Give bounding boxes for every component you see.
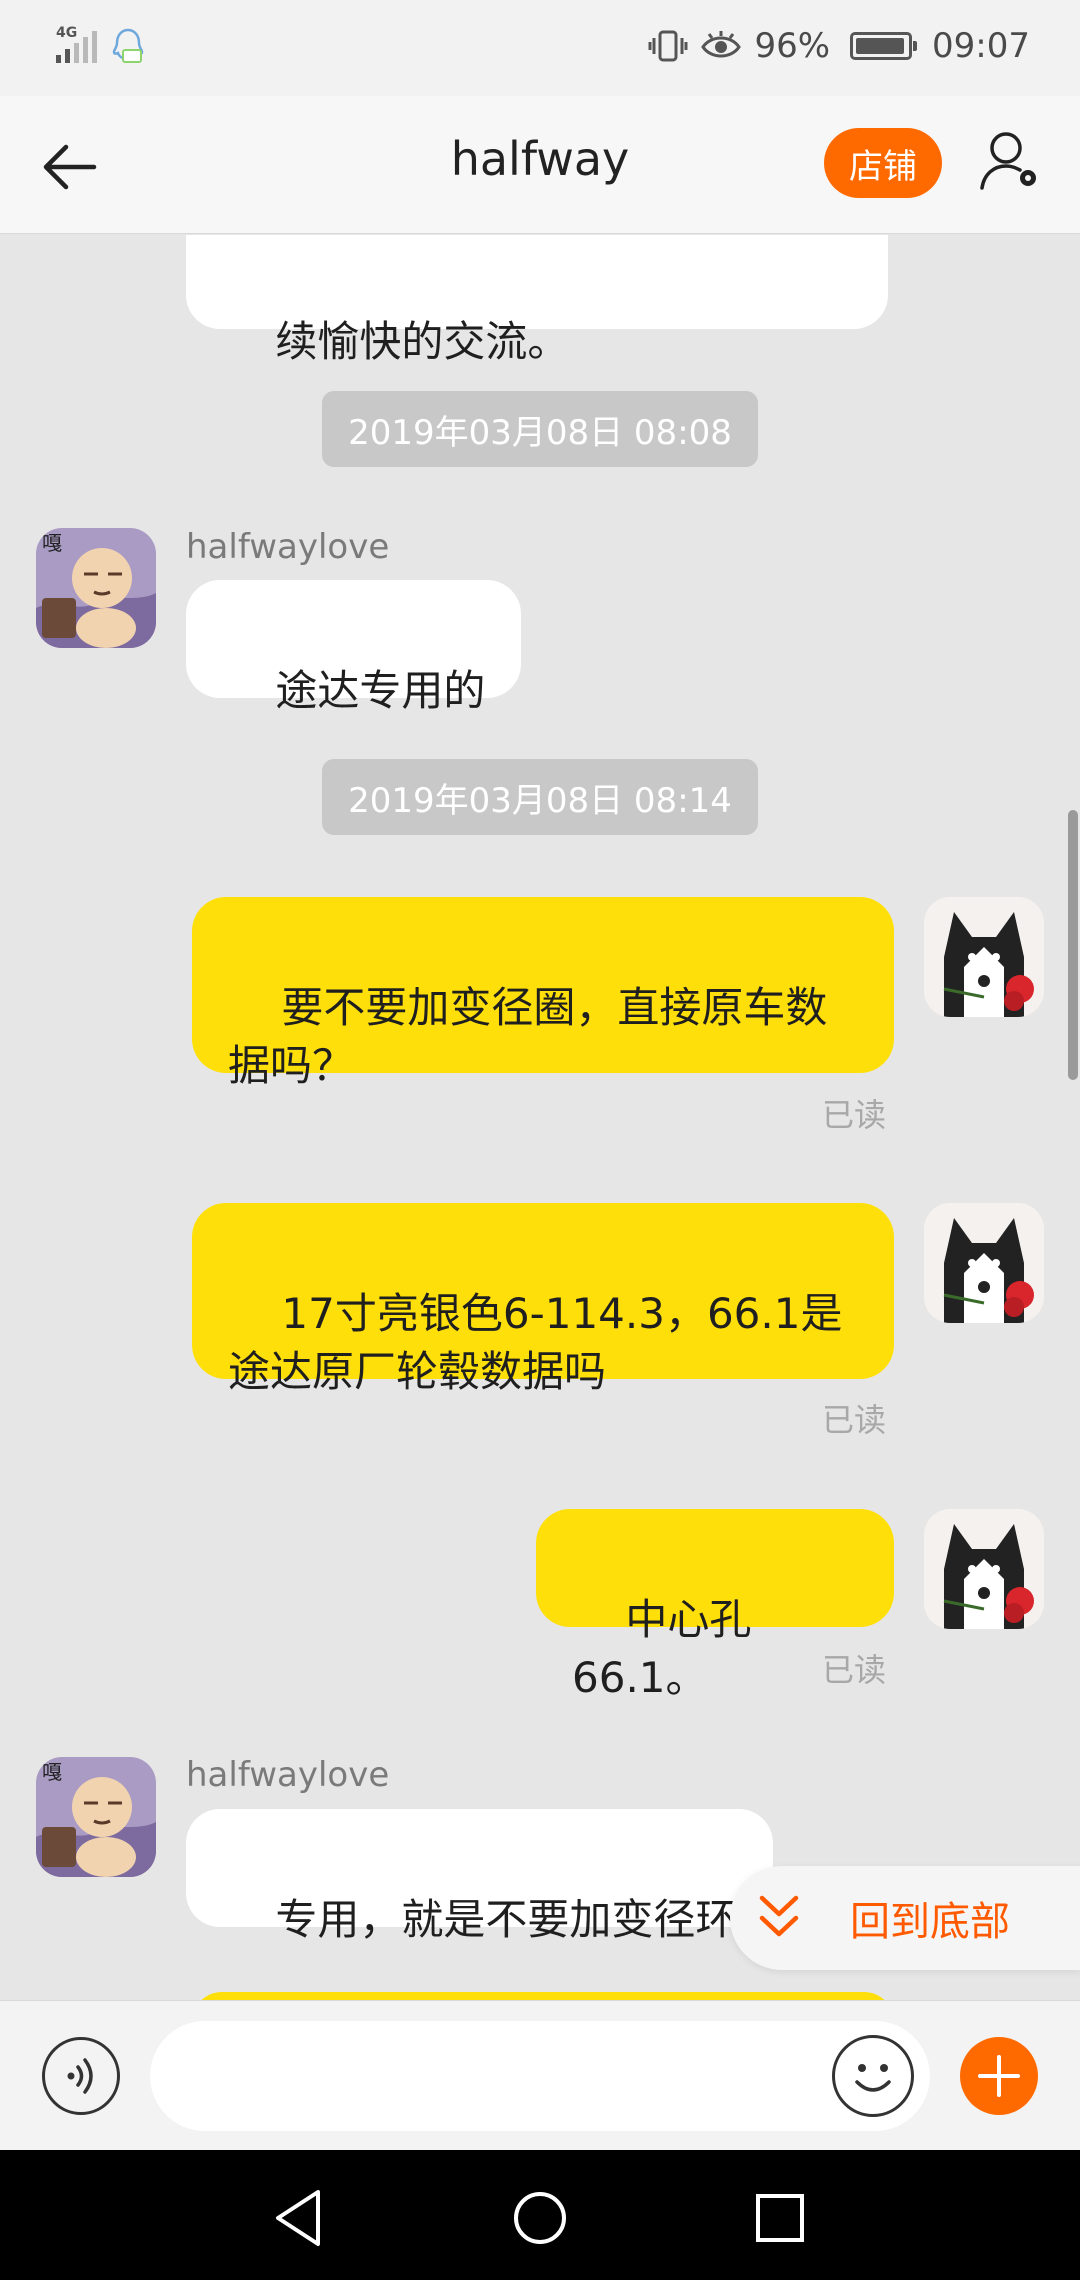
plus-icon [978,2055,1020,2097]
qq-notification-icon [112,28,144,63]
avatar-image: 嘎 [36,1757,156,1877]
battery-level-fill [856,38,905,54]
status-bar-left: 4G [56,24,145,68]
voice-button[interactable] [42,2037,120,2115]
battery-percent: 96% [754,26,831,66]
message-bubble-incoming[interactable]: 续愉快的交流。 [186,235,888,366]
svg-text:嘎: 嘎 [42,531,62,555]
network-type: 4G [56,25,78,41]
message-bubble-incoming[interactable]: 途达专用的 [186,580,522,715]
read-status: 已读 [822,1401,887,1439]
timestamp: 2019年03月08日 08:08 [322,391,758,467]
eye-comfort-icon [701,31,742,58]
status-bar: 4G 96% 09:07 [0,0,1080,96]
more-actions-button[interactable] [960,2037,1038,2115]
vibrate-icon [648,30,688,62]
message-text: 续愉快的交流。 [275,317,570,366]
battery-icon [850,32,918,60]
back-to-bottom-button[interactable]: 回到底部 [730,1866,1080,1970]
signal-icon: 4G [56,25,97,63]
clock: 09:07 [932,26,1030,66]
input-bar [0,2000,1080,2150]
message-bubble-incoming[interactable]: 专用，就是不要加变径环 [186,1809,774,1944]
user-settings-icon[interactable] [976,126,1046,196]
system-navigation-bar [0,2150,1080,2280]
message-bubble-outgoing[interactable]: 中心孔66.1。 [536,1509,894,1702]
husky-avatar-image [924,1509,1044,1629]
my-avatar[interactable] [924,1203,1044,1323]
contact-avatar[interactable]: 嘎 [36,528,156,648]
message-bubble-outgoing[interactable]: 要不要加变径圈，直接原车数 据吗？ [192,897,894,1090]
emoji-button[interactable] [832,2035,914,2117]
sender-name: halfwaylove [186,527,390,567]
my-avatar[interactable] [924,897,1044,1017]
read-status: 已读 [822,1096,887,1134]
sender-name: halfwaylove [186,1755,390,1795]
message-text: 途达专用的 [275,666,486,715]
double-chevron-down-icon [759,1895,799,1937]
my-avatar[interactable] [924,1509,1044,1629]
shop-button[interactable]: 店铺 [824,128,942,198]
message-bubble-outgoing[interactable] [192,1992,894,2000]
voice-icon [67,2058,93,2094]
timestamp: 2019年03月08日 08:14 [322,759,758,835]
avatar-image: 嘎 [36,528,156,648]
nav-back-icon[interactable] [260,2178,340,2258]
message-text: 中心孔66.1。 [572,1595,752,1702]
contact-avatar[interactable]: 嘎 [36,1757,156,1877]
read-status: 已读 [822,1651,887,1689]
nav-recents-icon[interactable] [740,2178,820,2258]
message-text: 要不要加变径圈，直接原车数 据吗？ [228,983,828,1090]
husky-avatar-image [924,897,1044,1017]
message-input[interactable] [150,2021,930,2131]
message-bubble-outgoing[interactable]: 17寸亮银色6-114.3，66.1是 途达原厂轮毂数据吗 [192,1203,894,1396]
message-text: 17寸亮银色6-114.3，66.1是 途达原厂轮毂数据吗 [228,1289,843,1396]
status-bar-right: 96% 09:07 [648,22,1030,70]
chat-header: halfway 店铺 [0,96,1080,234]
svg-text:嘎: 嘎 [42,1760,62,1784]
message-text: 专用，就是不要加变径环 [275,1895,738,1944]
chat-scrollbar[interactable] [1068,810,1078,1080]
chat-message-list[interactable]: 续愉快的交流。 2019年03月08日 08:08 嘎 halfwaylove … [0,235,1080,2000]
husky-avatar-image [924,1203,1044,1323]
emoji-icon [855,2064,891,2092]
back-to-bottom-label: 回到底部 [850,1899,1010,1945]
nav-home-icon[interactable] [500,2178,580,2258]
